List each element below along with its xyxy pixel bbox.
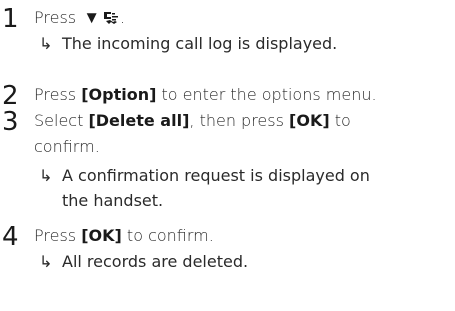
step-text-post: to xyxy=(329,111,351,130)
result-arrow-icon: ↳ xyxy=(39,166,53,185)
ok-key: [OK] xyxy=(289,111,330,130)
step-text: Press [Option] to enter the options menu… xyxy=(34,82,452,108)
step-number: 3 xyxy=(2,107,19,137)
result-text: The incoming call log is displayed. xyxy=(62,34,338,53)
step-text-pre: Select xyxy=(34,111,89,130)
option-key: [Option] xyxy=(81,85,157,104)
result-arrow-icon: ↳ xyxy=(39,252,53,271)
step-text: Press ▼. xyxy=(34,5,452,33)
call-log-icon xyxy=(103,7,120,33)
step-text-continued: confirm. xyxy=(34,137,100,156)
step-text: Select [Delete all], then press [OK] to xyxy=(34,108,452,134)
delete-all-key: [Delete all] xyxy=(88,111,190,130)
step-text: Press [OK] to confirm. xyxy=(34,223,452,249)
result-text: All records are deleted. xyxy=(62,252,249,271)
step-number: 1 xyxy=(2,4,19,34)
result-text: the handset. xyxy=(62,191,164,210)
step-number: 2 xyxy=(2,81,19,111)
result-arrow-icon: ↳ xyxy=(39,34,53,53)
step-text-post: to enter the options menu. xyxy=(156,85,377,104)
result-text: A confirmation request is displayed on xyxy=(62,166,370,185)
step-text-post: to confirm. xyxy=(121,226,214,245)
down-arrow-icon: ▼ xyxy=(83,8,101,28)
step-number: 4 xyxy=(2,222,19,252)
ok-key: [OK] xyxy=(81,226,122,245)
step-text-pre: Press xyxy=(34,226,82,245)
step-text-post: . xyxy=(120,8,126,27)
step-text-mid: , then press xyxy=(189,111,290,130)
step-text-pre: Press xyxy=(34,8,82,27)
step-text-pre: Press xyxy=(34,85,82,104)
